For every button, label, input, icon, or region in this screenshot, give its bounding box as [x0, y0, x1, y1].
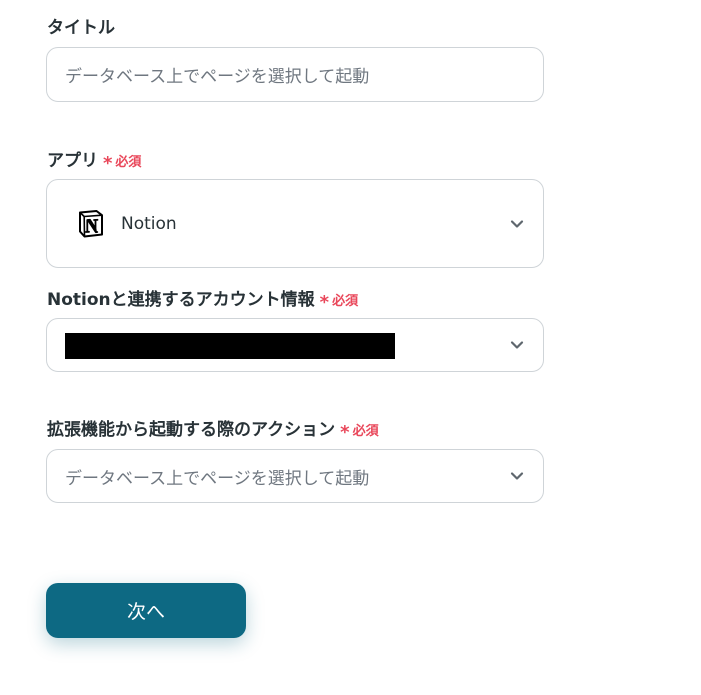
- form-page: タイトル データベース上でページを選択して起動 アプリ * 必須 Notion …: [0, 0, 701, 695]
- title-input[interactable]: データベース上でページを選択して起動: [46, 47, 544, 102]
- account-label-text: Notionと連携するアカウント情報: [47, 290, 315, 310]
- app-field-label: アプリ * 必須: [47, 146, 142, 174]
- action-select-value: データベース上でページを選択して起動: [65, 468, 370, 489]
- app-select[interactable]: Notion: [46, 179, 544, 268]
- required-text: 必須: [352, 424, 379, 439]
- redacted-account-value: [65, 333, 395, 359]
- required-star: *: [103, 153, 113, 174]
- account-select[interactable]: [46, 318, 544, 372]
- required-star: *: [340, 422, 350, 443]
- chevron-down-icon: [510, 219, 524, 228]
- app-label-text: アプリ: [47, 151, 98, 171]
- action-field-label: 拡張機能から起動する際のアクション * 必須: [47, 415, 379, 443]
- notion-icon: [79, 209, 103, 237]
- required-text: 必須: [332, 294, 359, 309]
- required-text: 必須: [115, 155, 142, 170]
- title-label-text: タイトル: [47, 18, 115, 38]
- required-indicator: * 必須: [340, 419, 379, 443]
- action-select[interactable]: データベース上でページを選択して起動: [46, 449, 544, 503]
- required-indicator: * 必須: [319, 289, 359, 313]
- title-field-label: タイトル: [47, 13, 115, 38]
- required-indicator: * 必須: [103, 150, 142, 174]
- title-input-value: データベース上でページを選択して起動: [65, 67, 370, 87]
- required-star: *: [319, 292, 330, 313]
- chevron-down-icon: [510, 341, 524, 349]
- action-label-text: 拡張機能から起動する際のアクション: [47, 420, 336, 440]
- next-button[interactable]: 次へ: [46, 583, 246, 638]
- app-select-value: Notion: [121, 213, 177, 234]
- account-field-label: Notionと連携するアカウント情報 * 必須: [47, 285, 359, 313]
- chevron-down-icon: [510, 472, 524, 480]
